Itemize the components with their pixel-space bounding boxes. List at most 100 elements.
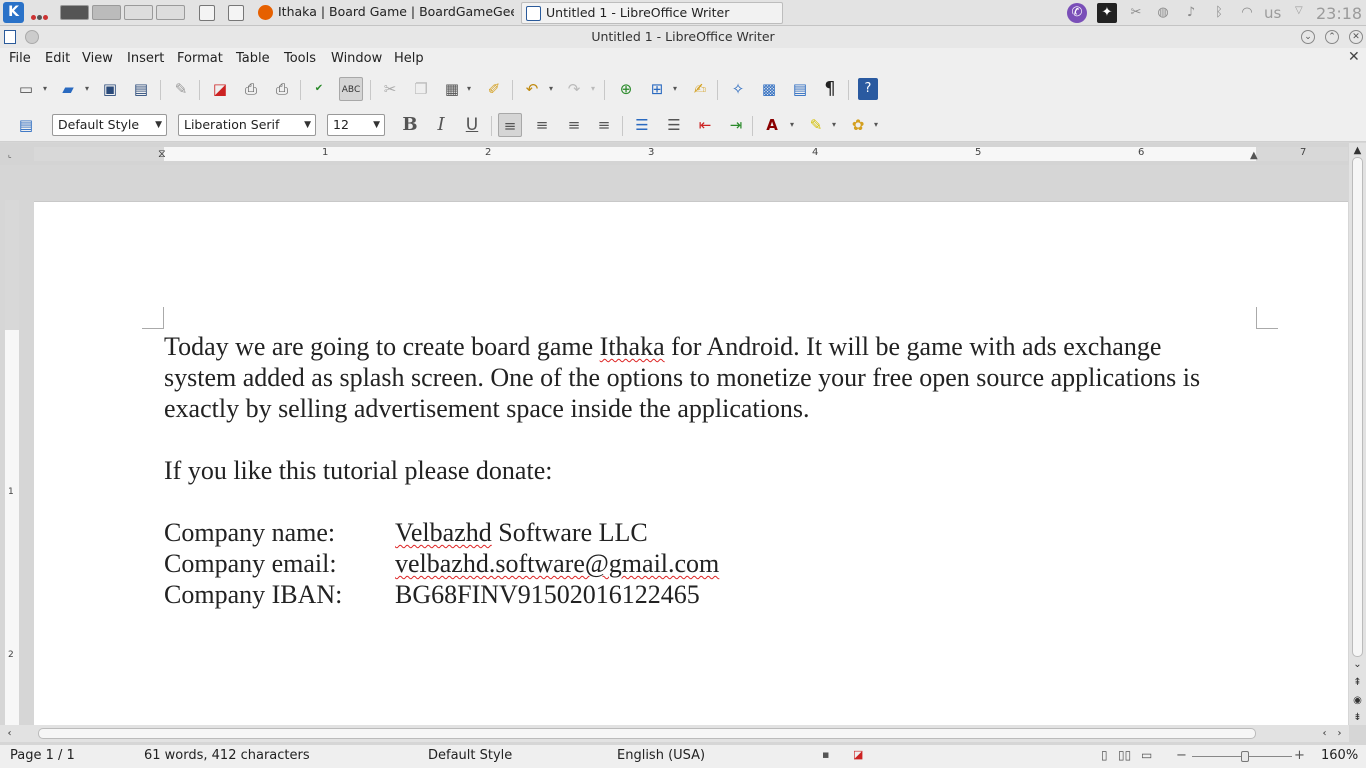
scroll-left-icon[interactable]: ‹ bbox=[3, 727, 16, 740]
single-page-view-icon[interactable]: ▯ bbox=[1101, 748, 1108, 762]
background-color-icon[interactable]: ✿ bbox=[846, 113, 870, 137]
right-indent-marker-icon[interactable]: ▲ bbox=[1250, 150, 1258, 161]
word-count[interactable]: 61 words, 412 characters bbox=[144, 748, 310, 763]
table-dropdown-icon[interactable]: ▾ bbox=[670, 77, 680, 101]
print-preview-icon[interactable]: ⎙ bbox=[270, 77, 294, 101]
scroll-up-icon[interactable]: ▲ bbox=[1351, 144, 1364, 157]
font-name-select[interactable]: Liberation Serif ▼ bbox=[178, 114, 316, 136]
scroll-right-icon[interactable]: › bbox=[1333, 727, 1346, 740]
bluetooth-icon[interactable]: ᛒ bbox=[1209, 3, 1229, 23]
increase-indent-icon[interactable]: ⇥ bbox=[724, 113, 748, 137]
align-right-icon[interactable]: ≡ bbox=[562, 113, 586, 137]
paste-icon[interactable]: ▦ bbox=[440, 77, 464, 101]
menu-format[interactable]: Format bbox=[177, 51, 223, 66]
indent-marker-icon[interactable]: ⧖ bbox=[158, 147, 166, 161]
vertical-ruler[interactable]: 1 2 bbox=[5, 200, 19, 725]
kde-menu-icon[interactable]: K bbox=[3, 2, 24, 23]
paste-dropdown-icon[interactable]: ▾ bbox=[464, 77, 474, 101]
font-color-icon[interactable]: A bbox=[760, 113, 784, 137]
styles-icon[interactable]: ▤ bbox=[14, 113, 38, 137]
zoom-slider-handle[interactable] bbox=[1241, 751, 1249, 762]
clock[interactable]: 23:18 bbox=[1316, 4, 1362, 23]
activities-icon[interactable] bbox=[31, 9, 53, 20]
task-firefox[interactable]: Ithaka | Board Game | BoardGameGeek - bbox=[254, 2, 514, 24]
window-app-icon[interactable] bbox=[4, 30, 16, 44]
help-icon[interactable]: ? bbox=[858, 78, 878, 100]
data-sources-icon[interactable]: ▤ bbox=[788, 77, 812, 101]
align-left-icon[interactable]: ≡ bbox=[498, 113, 522, 137]
italic-icon[interactable]: I bbox=[429, 113, 453, 137]
navigation-icon[interactable]: ◉ bbox=[1351, 694, 1364, 707]
menu-file[interactable]: File bbox=[9, 51, 31, 66]
save-as-icon[interactable]: ▤ bbox=[129, 77, 153, 101]
network-icon[interactable]: ◍ bbox=[1153, 3, 1173, 23]
numbering-icon[interactable]: ☰ bbox=[630, 113, 654, 137]
align-center-icon[interactable]: ≡ bbox=[530, 113, 554, 137]
desktop-1-button[interactable] bbox=[60, 5, 89, 20]
horizontal-ruler[interactable]: ⧖ 1 2 3 4 5 6 7 ▲ bbox=[34, 147, 1348, 161]
tab-stop-icon[interactable]: ⌞ bbox=[8, 150, 12, 159]
close-document-icon[interactable]: ✕ bbox=[1348, 49, 1360, 65]
horizontal-scrollbar[interactable]: ‹ ‹ › bbox=[0, 725, 1349, 742]
decrease-indent-icon[interactable]: ⇤ bbox=[693, 113, 717, 137]
multi-page-view-icon[interactable]: ▯▯ bbox=[1118, 748, 1131, 762]
scissors-icon[interactable]: ✂ bbox=[1126, 3, 1146, 23]
next-page-icon[interactable]: ⇟ bbox=[1351, 711, 1364, 724]
background-color-dropdown-icon[interactable]: ▾ bbox=[871, 113, 881, 137]
highlighting-icon[interactable]: ✎ bbox=[804, 113, 828, 137]
task-writer[interactable]: Untitled 1 - LibreOffice Writer bbox=[521, 2, 783, 24]
clone-formatting-icon[interactable]: ✐ bbox=[482, 77, 506, 101]
book-view-icon[interactable]: ▭ bbox=[1141, 748, 1152, 762]
clipboard-icon[interactable] bbox=[228, 5, 244, 21]
redo-icon[interactable]: ↷ bbox=[562, 77, 586, 101]
undo-icon[interactable]: ↶ bbox=[520, 77, 544, 101]
document-body[interactable]: Today we are going to create board game … bbox=[164, 331, 1264, 610]
keyboard-layout[interactable]: us bbox=[1264, 4, 1281, 22]
volume-icon[interactable]: ♪ bbox=[1181, 3, 1201, 23]
underline-icon[interactable]: U bbox=[460, 113, 484, 137]
font-color-dropdown-icon[interactable]: ▾ bbox=[787, 113, 797, 137]
maximize-icon[interactable]: ⌃ bbox=[1325, 30, 1339, 44]
save-icon[interactable]: ▣ bbox=[98, 77, 122, 101]
page-style[interactable]: Default Style bbox=[428, 748, 512, 763]
previous-page-icon[interactable]: ⇞ bbox=[1351, 676, 1364, 689]
table-icon[interactable]: ⊞ bbox=[645, 77, 669, 101]
navigator-icon[interactable]: ✧ bbox=[726, 77, 750, 101]
export-pdf-icon[interactable]: ◪ bbox=[208, 77, 232, 101]
vertical-scroll-thumb[interactable] bbox=[1352, 157, 1363, 657]
file-manager-icon[interactable] bbox=[199, 5, 215, 21]
menu-help[interactable]: Help bbox=[394, 51, 424, 66]
desktop-3-button[interactable] bbox=[124, 5, 153, 20]
document-page[interactable]: Today we are going to create board game … bbox=[34, 201, 1348, 725]
zoom-out-icon[interactable]: − bbox=[1176, 748, 1187, 763]
gallery-icon[interactable]: ▩ bbox=[757, 77, 781, 101]
desktop-4-button[interactable] bbox=[156, 5, 185, 20]
undo-dropdown-icon[interactable]: ▾ bbox=[546, 77, 556, 101]
bullets-icon[interactable]: ☰ bbox=[662, 113, 686, 137]
close-window-icon[interactable]: ✕ bbox=[1349, 30, 1363, 44]
copy-icon[interactable]: ❐ bbox=[409, 77, 433, 101]
redo-dropdown-icon[interactable]: ▾ bbox=[588, 77, 598, 101]
zoom-in-icon[interactable]: + bbox=[1294, 748, 1305, 763]
menu-tools[interactable]: Tools bbox=[284, 51, 316, 66]
horizontal-scroll-thumb[interactable] bbox=[38, 728, 1256, 739]
highlighting-dropdown-icon[interactable]: ▾ bbox=[829, 113, 839, 137]
formatting-marks-icon[interactable]: ¶ bbox=[818, 77, 842, 101]
bold-icon[interactable]: B bbox=[398, 113, 422, 137]
zoom-level[interactable]: 160% bbox=[1321, 748, 1358, 763]
paragraph-style-select[interactable]: Default Style ▼ bbox=[52, 114, 167, 136]
scroll-down-icon[interactable]: ⌄ bbox=[1351, 658, 1364, 671]
new-dropdown-icon[interactable]: ▾ bbox=[40, 77, 50, 101]
menu-table[interactable]: Table bbox=[236, 51, 270, 66]
language[interactable]: English (USA) bbox=[617, 748, 705, 763]
justify-icon[interactable]: ≡ bbox=[592, 113, 616, 137]
desktop-2-button[interactable] bbox=[92, 5, 121, 20]
minimize-icon[interactable]: ⌄ bbox=[1301, 30, 1315, 44]
document-modified-icon[interactable]: ◪ bbox=[853, 748, 863, 761]
menu-edit[interactable]: Edit bbox=[45, 51, 70, 66]
open-dropdown-icon[interactable]: ▾ bbox=[82, 77, 92, 101]
cut-icon[interactable]: ✂ bbox=[378, 77, 402, 101]
dropbox-icon[interactable]: ✦ bbox=[1097, 3, 1117, 23]
spellcheck-icon[interactable]: ✔ bbox=[307, 77, 331, 101]
wifi-icon[interactable]: ◠ bbox=[1237, 3, 1257, 23]
